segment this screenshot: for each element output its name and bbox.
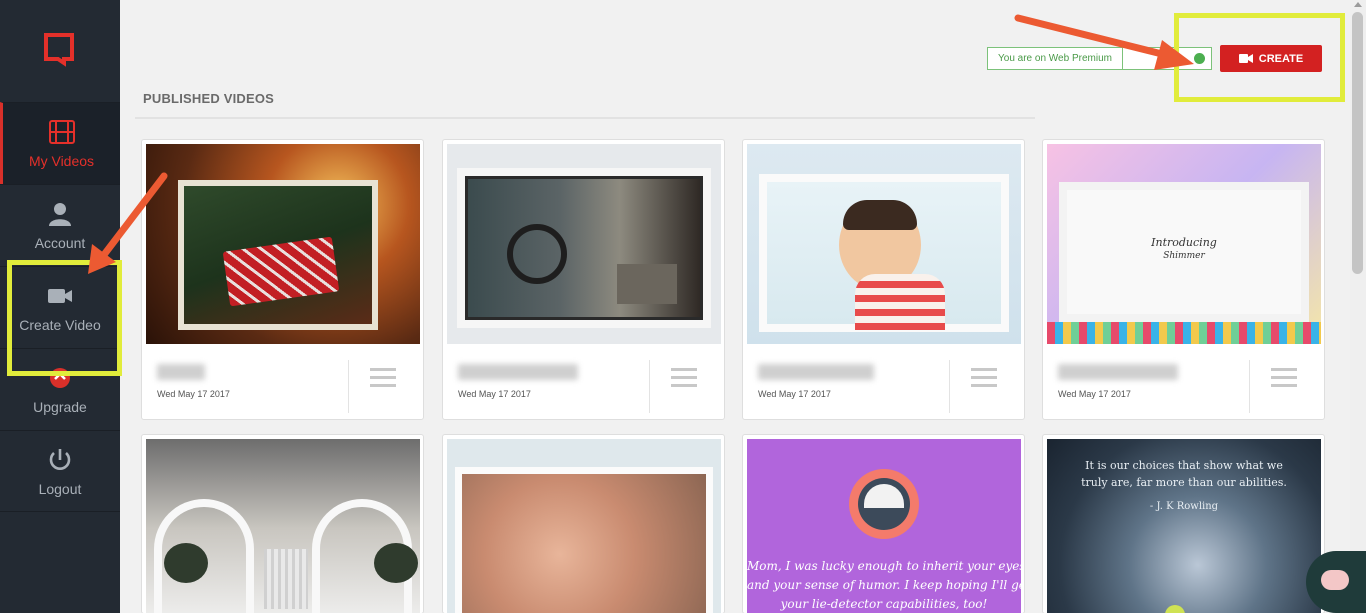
scrollbar-thumb[interactable] [1352,12,1363,274]
video-date: Wed May 17 2017 [1058,389,1131,399]
interior-plants-thumbnail[interactable] [146,439,420,613]
video-card[interactable]: Wed May 17 2017 [442,139,725,420]
vertical-scrollbar[interactable] [1350,0,1366,613]
video-card[interactable]: Wed May 17 2017 [141,139,424,420]
video-card[interactable]: Introducing Shimmer Wed May 17 2017 [1042,139,1325,420]
card-divider [949,360,950,413]
sidebar-item-label: My Videos [28,153,95,169]
brand-logo-icon[interactable] [44,33,74,69]
sidebar-item-label: Logout [38,481,82,497]
annotation-arrow-icon [1014,14,1194,70]
video-card[interactable] [141,434,424,613]
thumbnail-caption-line-2: and your sense of humor. I keep hoping I… [747,578,1021,592]
thumbnail-caption-line-1: It is our choices that show what we [1085,459,1283,472]
thumbnail-caption-line-1: Introducing [1151,236,1217,249]
chat-bubble-icon [1321,570,1349,590]
scroll-up-arrow-icon[interactable] [1354,2,1362,7]
video-card[interactable]: It is our choices that show what we trul… [1042,434,1325,613]
thumbnail-caption-line-3: your lie-detector capabilities, too! [780,597,988,611]
annotation-arrow-icon [88,172,168,274]
card-divider [649,360,650,413]
sidebar-item-label: Upgrade [33,399,87,415]
video-card[interactable] [442,434,725,613]
video-title [1058,364,1178,380]
sleeping-baby-thumbnail[interactable] [447,439,721,613]
video-title [157,364,205,380]
video-date: Wed May 17 2017 [157,389,230,399]
christmas-gift-thumbnail[interactable] [146,144,420,344]
thumbnail-caption-line-1: Mom, I was lucky enough to inherit your … [747,559,1021,573]
section-title: PUBLISHED VIDEOS [143,91,275,106]
film-icon [48,120,75,144]
video-date: Wed May 17 2017 [458,389,531,399]
motorcycle-street-thumbnail[interactable] [447,144,721,344]
hamburger-menu-icon[interactable] [671,368,697,388]
thumbnail-caption-line-3: - J. K Rowling [1149,501,1219,512]
thumbnail-caption-line-2: Shimmer [1163,251,1205,261]
introducing-shimmer-thumbnail[interactable]: Introducing Shimmer [1047,144,1321,344]
card-divider [1249,360,1250,413]
hamburger-menu-icon[interactable] [1271,368,1297,388]
power-icon [49,449,71,470]
gauge-icon [849,469,919,539]
video-title [758,364,874,380]
video-date: Wed May 17 2017 [758,389,831,399]
user-icon [49,203,71,226]
card-divider [348,360,349,413]
sidebar-item-label: Account [34,235,86,251]
thumbnail-caption-line-2: truly are, far more than our abilities. [1081,476,1287,489]
video-title [458,364,578,380]
sidebar-item-logout[interactable]: Logout [0,430,120,512]
hamburger-menu-icon[interactable] [370,368,396,388]
chat-widget-button[interactable] [1306,551,1366,613]
mothers-day-quote-thumbnail[interactable]: Mom, I was lucky enough to inherit your … [747,439,1021,613]
section-divider [135,117,1035,119]
hamburger-menu-icon[interactable] [971,368,997,388]
baby-thumbnail[interactable] [747,144,1021,344]
night-sky-quote-thumbnail[interactable]: It is our choices that show what we trul… [1047,439,1321,613]
video-card[interactable]: Wed May 17 2017 [742,139,1025,420]
video-card[interactable]: Mom, I was lucky enough to inherit your … [742,434,1025,613]
